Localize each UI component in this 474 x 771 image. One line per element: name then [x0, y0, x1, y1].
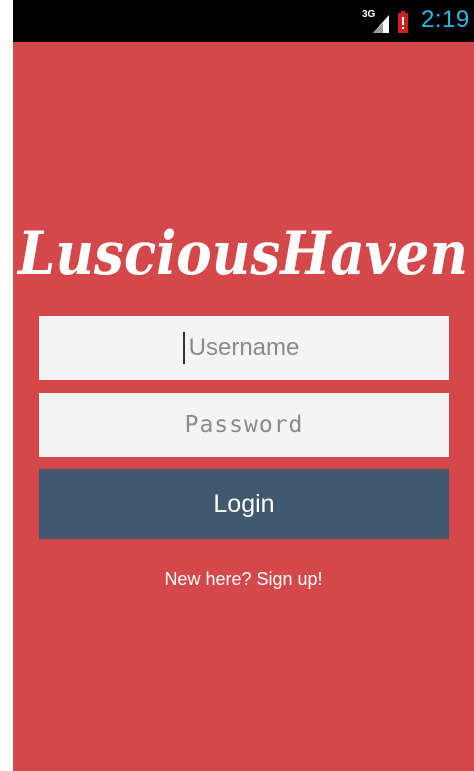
login-button[interactable]: Login	[39, 469, 449, 539]
app-screen: 3G 2:19 LusciousHaven Username Password …	[13, 0, 474, 771]
status-bar: 3G 2:19	[13, 0, 474, 42]
app-logo-text: LusciousHaven	[16, 219, 468, 289]
network-type-label: 3G	[362, 9, 376, 20]
battery-low-icon	[398, 11, 408, 33]
text-cursor	[183, 332, 185, 364]
signup-link[interactable]: New here? Sign up!	[13, 569, 474, 590]
status-clock: 2:19	[421, 6, 470, 33]
password-placeholder: Password	[184, 412, 304, 438]
password-field[interactable]: Password	[39, 393, 449, 457]
username-field[interactable]: Username	[39, 316, 449, 380]
username-placeholder: Username	[188, 334, 300, 361]
app-logo: LusciousHaven	[16, 219, 468, 289]
